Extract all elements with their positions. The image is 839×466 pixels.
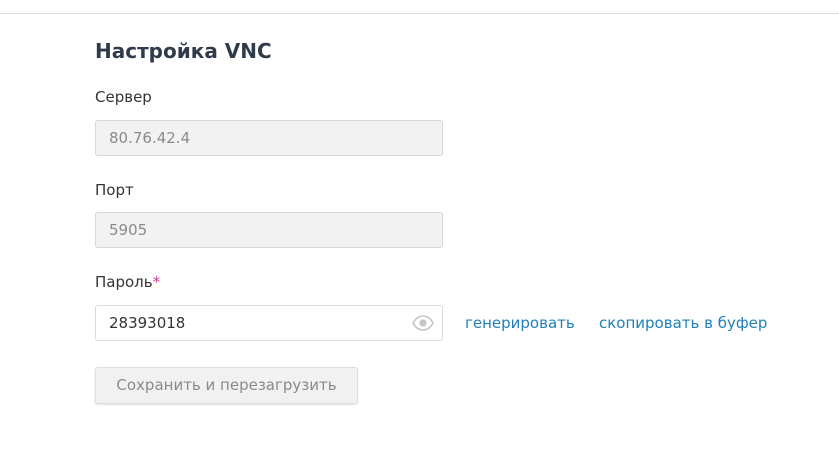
page-title: Настройка VNC (95, 39, 272, 63)
save-and-restart-button[interactable]: Сохранить и перезагрузить (95, 367, 358, 404)
password-label: Пароль* (95, 273, 160, 291)
port-label: Порт (95, 181, 134, 199)
server-label: Сервер (95, 88, 152, 106)
top-divider (0, 13, 839, 14)
password-label-text: Пароль (95, 273, 153, 291)
copy-to-clipboard-link[interactable]: скопировать в буфер (599, 314, 767, 332)
server-field[interactable]: 80.76.42.4 (95, 120, 443, 156)
generate-link[interactable]: генерировать (465, 314, 575, 332)
port-field[interactable]: 5905 (95, 212, 443, 248)
password-value: 28393018 (109, 314, 186, 332)
required-asterisk: * (152, 273, 161, 291)
eye-icon[interactable] (412, 315, 434, 331)
password-field[interactable]: 28393018 (95, 305, 443, 341)
